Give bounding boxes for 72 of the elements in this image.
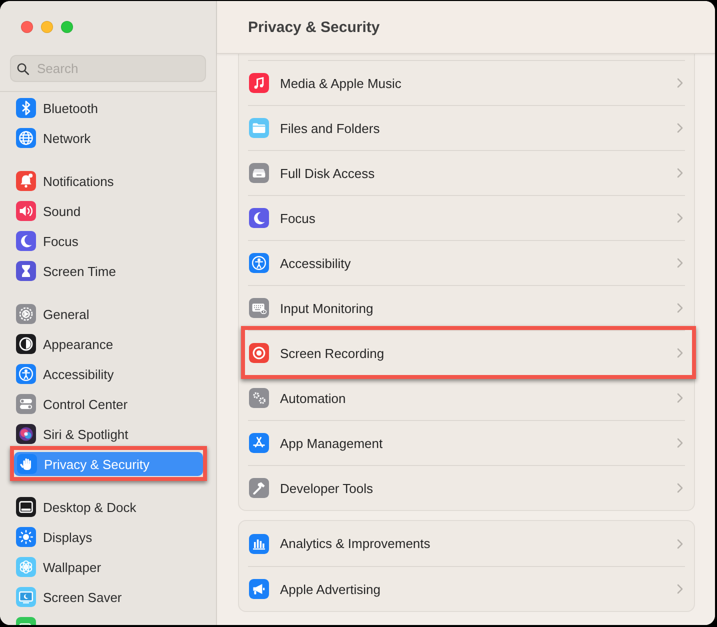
sidebar-item[interactable]: Sound bbox=[13, 199, 203, 223]
settings-row[interactable]: Apple Advertising bbox=[248, 566, 685, 611]
music-note-icon bbox=[249, 73, 269, 93]
hand-icon bbox=[17, 454, 37, 474]
settings-row[interactable]: App Management bbox=[248, 420, 685, 465]
sidebar-item[interactable]: Network bbox=[13, 126, 203, 150]
sun-icon bbox=[16, 527, 36, 547]
sidebar-item[interactable]: Displays bbox=[13, 525, 203, 549]
settings-row[interactable]: Accessibility bbox=[248, 240, 685, 285]
keyboard-icon bbox=[249, 298, 269, 318]
chevron-icon bbox=[677, 303, 683, 313]
chevron-icon bbox=[677, 438, 683, 448]
chevron-icon bbox=[677, 584, 683, 594]
sidebar-item[interactable]: Notifications bbox=[13, 169, 203, 193]
moon-icon bbox=[16, 231, 36, 251]
settings-row[interactable]: Files and Folders bbox=[248, 105, 685, 150]
chevron-icon bbox=[677, 348, 683, 358]
chevron-icon bbox=[677, 213, 683, 223]
sidebar-item[interactable]: Screen Saver bbox=[13, 585, 203, 609]
bluetooth-icon bbox=[16, 98, 36, 118]
bell-icon bbox=[16, 171, 36, 191]
settings-row[interactable]: Automation bbox=[248, 375, 685, 420]
moon-icon bbox=[249, 208, 269, 228]
record-icon bbox=[249, 343, 269, 363]
chevron-icon bbox=[677, 168, 683, 178]
settings-row[interactable]: Analytics & Improvements bbox=[248, 521, 685, 566]
appearance-icon bbox=[16, 334, 36, 354]
close-button[interactable] bbox=[21, 21, 33, 33]
sidebar-item[interactable]: Desktop & Dock bbox=[13, 495, 203, 519]
settings-row[interactable]: Media & Apple Music bbox=[248, 60, 685, 105]
gear-icon bbox=[16, 304, 36, 324]
sidebar-item[interactable]: Control Center bbox=[13, 392, 203, 416]
accessibility-icon bbox=[249, 253, 269, 273]
toggles-icon bbox=[16, 394, 36, 414]
bar-chart-icon bbox=[249, 534, 269, 554]
settings-row[interactable]: Focus bbox=[248, 195, 685, 240]
accessibility-icon bbox=[16, 364, 36, 384]
folder-icon bbox=[249, 118, 269, 138]
a-glyph-icon bbox=[249, 433, 269, 453]
chevron-icon bbox=[677, 393, 683, 403]
hourglass-icon bbox=[16, 261, 36, 281]
chevron-icon bbox=[677, 123, 683, 133]
disk-drive-icon bbox=[249, 163, 269, 183]
search-icon bbox=[17, 63, 29, 75]
sidebar-item[interactable]: Screen Time bbox=[13, 259, 203, 283]
chevron-icon bbox=[677, 78, 683, 88]
sidebar-item[interactable]: Accessibility bbox=[13, 362, 203, 386]
minimize-button[interactable] bbox=[41, 21, 53, 33]
orb-icon bbox=[16, 424, 36, 444]
globe-icon bbox=[16, 128, 36, 148]
settings-row[interactable]: Developer Tools bbox=[248, 465, 685, 510]
chevron-icon bbox=[677, 258, 683, 268]
sidebar-item[interactable]: Wallpaper bbox=[13, 555, 203, 579]
chevron-icon bbox=[677, 483, 683, 493]
megaphone-icon bbox=[249, 579, 269, 599]
settings-row[interactable]: Input Monitoring bbox=[248, 285, 685, 330]
settings-row[interactable]: Screen Recording bbox=[248, 330, 685, 375]
hammer-icon bbox=[249, 478, 269, 498]
gears-icon bbox=[249, 388, 269, 408]
sidebar-item[interactable]: Appearance bbox=[13, 332, 203, 356]
settings-row[interactable]: Full Disk Access bbox=[248, 150, 685, 195]
sidebar-item[interactable]: Focus bbox=[13, 229, 203, 253]
chevron-icon bbox=[677, 538, 683, 548]
monitor-icon bbox=[16, 587, 36, 607]
flower-icon bbox=[16, 557, 36, 577]
sidebar-item[interactable]: General bbox=[13, 302, 203, 326]
window-title: Privacy & Security bbox=[248, 18, 380, 36]
speaker-icon bbox=[16, 201, 36, 221]
sidebar-item[interactable]: Bluetooth bbox=[13, 96, 203, 120]
dock-icon bbox=[16, 497, 36, 517]
maximize-button[interactable] bbox=[61, 21, 73, 33]
sidebar-item[interactable]: Siri & Spotlight bbox=[13, 422, 203, 446]
